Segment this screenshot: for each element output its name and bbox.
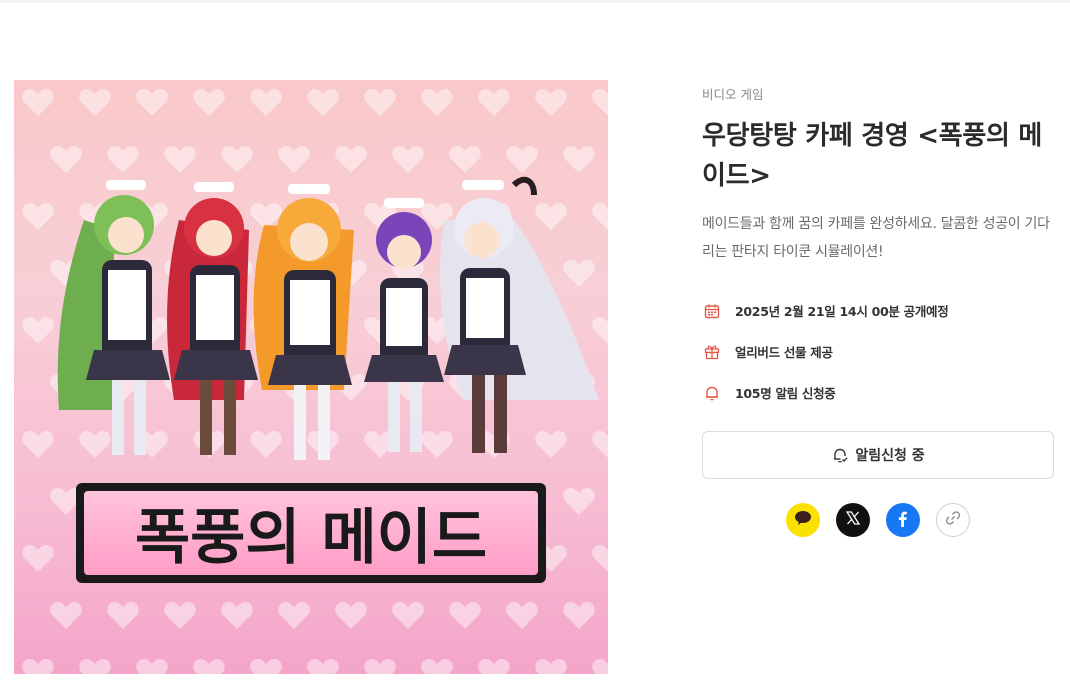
notify-button[interactable]: 알림신청 중 [702,431,1054,479]
link-icon [945,510,961,530]
meta-gift: 얼리버드 선물 제공 [702,331,1054,372]
bell-check-icon [831,446,849,464]
share-buttons [702,503,1054,537]
calendar-icon [702,301,722,321]
artwork-logo: 폭풍의 메이드 [135,503,487,573]
product-title: 우당탕탕 카페 경영 <폭풍의 메이드> [702,121,1042,191]
gift-text: 얼리버드 선물 제공 [735,345,833,360]
kakao-icon [794,510,812,530]
gift-icon [702,342,722,362]
meta-release: 2025년 2월 21일 14시 00분 공개예정 [702,290,1054,331]
meta-list: 2025년 2월 21일 14시 00분 공개예정 얼리버드 선물 제공 105… [702,290,1054,413]
x-share-button[interactable] [836,503,870,537]
product-description: 메이드들과 함께 꿈의 카페를 완성하세요. 달콤한 성공이 기다리는 판타지 … [702,216,1050,260]
notify-button-label: 알림신청 중 [855,448,925,464]
facebook-share-button[interactable] [886,503,920,537]
release-date-text: 2025년 2월 21일 14시 00분 공개예정 [735,304,949,319]
kakao-share-button[interactable] [786,503,820,537]
top-divider [0,0,1070,3]
meta-alerts: 105명 알림 신청중 [702,372,1054,413]
bell-icon [702,383,722,403]
x-icon [845,510,861,530]
copy-link-button[interactable] [936,503,970,537]
product-info: 비디오 게임 우당탕탕 카페 경영 <폭풍의 메이드> 메이드들과 함께 꿈의 … [702,80,1054,537]
facebook-icon [894,509,912,531]
alert-count-text: 105명 알림 신청중 [735,386,836,401]
game-key-art: 폭풍의 메이드 [14,80,608,674]
product-category: 비디오 게임 [702,87,764,102]
